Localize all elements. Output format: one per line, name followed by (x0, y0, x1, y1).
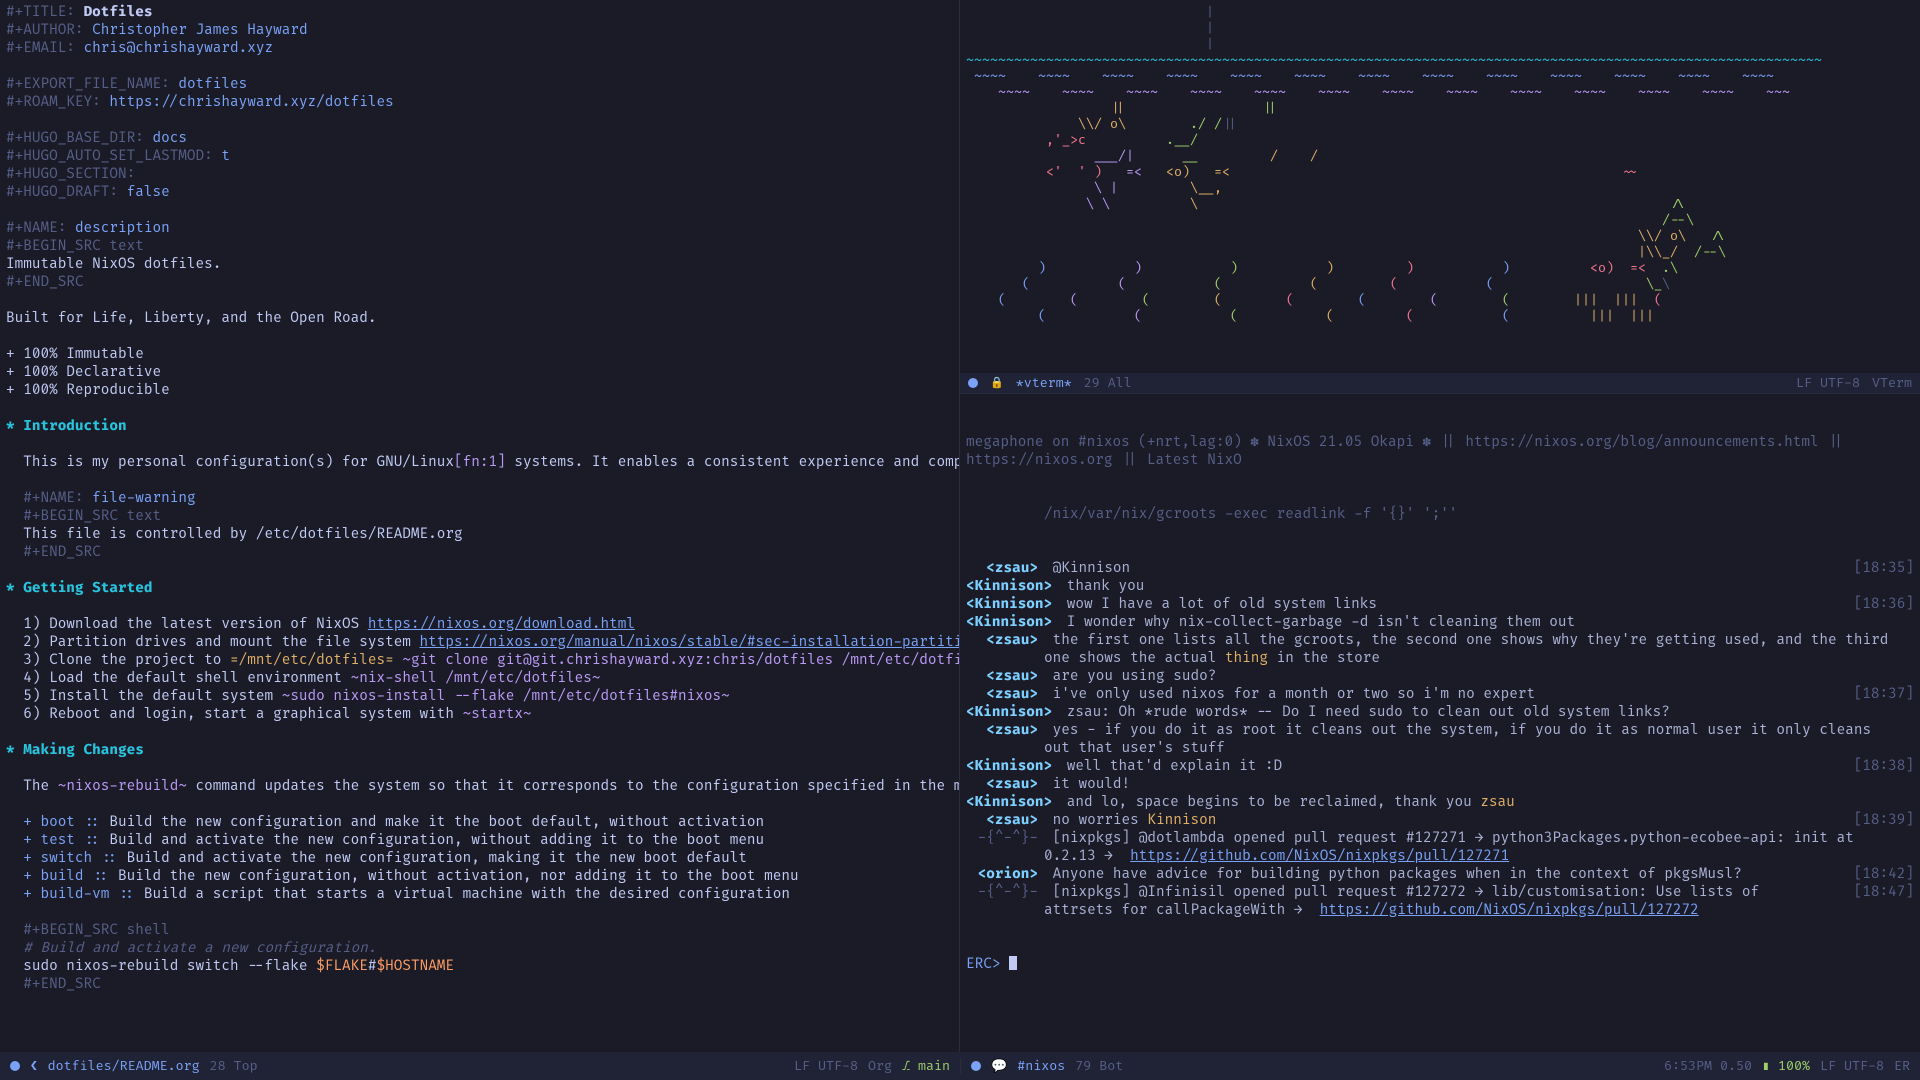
erc-message: <Kinnison> wow I have a lot of old syste… (966, 596, 1914, 614)
channel-name: #nixos (1017, 1058, 1065, 1075)
vterm-ascii-art: | | | ~~~~~~~~~~~~~~~~~~~~~~~~~~~~~~~~~~… (966, 4, 1914, 324)
erc-message: <Kinnison> zsau: Oh *rude words* -- Do I… (966, 704, 1914, 722)
buffer-position: 28 Top (210, 1058, 258, 1075)
major-mode: ER (1894, 1058, 1910, 1075)
buffer-name: dotfiles/README.org (48, 1058, 200, 1075)
erc-message: <zsau> no worries Kinnison[18:39] (966, 812, 1914, 830)
major-mode: VTerm (1872, 375, 1912, 392)
erc-message: -{^-^}- [nixpkgs] @dotlambda opened pull… (966, 830, 1914, 866)
erc-topic: megaphone on #nixos (+nrt,lag:0) ✽ NixOS… (966, 434, 1914, 470)
git-branch: ⎇ main (902, 1058, 950, 1075)
status-dot-icon (10, 1061, 20, 1071)
clock-label: 6:53PM 0.50 (1664, 1058, 1752, 1075)
erc-message: <Kinnison> I wonder why nix-collect-garb… (966, 614, 1914, 632)
status-dot-icon (971, 1061, 981, 1071)
erc-message: <zsau> i've only used nixos for a month … (966, 686, 1914, 704)
erc-message: <orion> Anyone have advice for building … (966, 866, 1914, 884)
encoding-label: LF UTF-8 (1796, 375, 1860, 392)
erc-message: <Kinnison> thank you (966, 578, 1914, 596)
buffer-name: *vterm* (1016, 375, 1072, 392)
erc-message: <zsau> it would! (966, 776, 1914, 794)
org-buffer[interactable]: #+TITLE: Dotfiles #+AUTHOR: Christopher … (0, 0, 960, 1052)
battery-icon: 100% (1762, 1058, 1810, 1075)
vterm-buffer[interactable]: | | | ~~~~~~~~~~~~~~~~~~~~~~~~~~~~~~~~~~… (960, 0, 1920, 394)
erc-message: <Kinnison> and lo, space begins to be re… (966, 794, 1914, 812)
cursor-icon (1009, 956, 1017, 970)
buffer-position: 79 Bot (1075, 1058, 1123, 1075)
erc-message: <Kinnison> well that'd explain it :D[18:… (966, 758, 1914, 776)
erc-message: <zsau> yes - if you do it as root it cle… (966, 722, 1914, 758)
org-content: #+TITLE: Dotfiles #+AUTHOR: Christopher … (6, 4, 953, 994)
global-modeline: ❮ dotfiles/README.org 28 Top LF UTF-8 Or… (0, 1052, 1920, 1080)
erc-message: <zsau> the first one lists all the gcroo… (966, 632, 1914, 668)
erc-message: <zsau> are you using sudo? (966, 668, 1914, 686)
major-mode: Org (868, 1058, 892, 1075)
encoding-label: LF UTF-8 (794, 1058, 858, 1075)
back-icon[interactable]: ❮ (30, 1058, 38, 1075)
lock-icon (990, 374, 1004, 391)
erc-buffer[interactable]: megaphone on #nixos (+nrt,lag:0) ✽ NixOS… (960, 394, 1920, 1052)
erc-message-list: <zsau> @Kinnison[18:35]<Kinnison> thank … (966, 560, 1914, 920)
encoding-label: LF UTF-8 (1820, 1058, 1884, 1075)
erc-message: <zsau> @Kinnison[18:35] (966, 560, 1914, 578)
vterm-modeline: *vterm* 29 All LF UTF-8 VTerm (960, 373, 1920, 393)
chat-icon: 💬 (991, 1058, 1007, 1075)
erc-message: -{^-^}- [nixpkgs] @Infinisil opened pull… (966, 884, 1914, 920)
status-dot-icon (968, 378, 978, 388)
erc-prompt[interactable]: ERC> (966, 956, 1914, 974)
buffer-position: 29 All (1084, 375, 1132, 392)
